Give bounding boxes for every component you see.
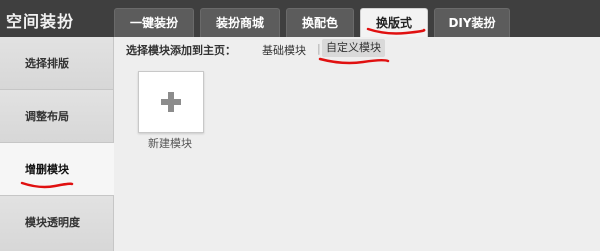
- breadcrumb-prefix: 选择模块添加到主页：: [126, 44, 236, 57]
- sidebar-item-add-remove-modules[interactable]: 增删模块: [0, 143, 114, 196]
- tab-change-color[interactable]: 换配色: [286, 8, 354, 37]
- basic-modules-link[interactable]: 基础模块: [262, 42, 306, 58]
- sidebar-item-select-layout[interactable]: 选择排版: [0, 37, 114, 90]
- tab-change-layout[interactable]: 换版式: [360, 8, 428, 37]
- plus-icon: [161, 92, 181, 112]
- main-content: 选择模块添加到主页： 基础模块 | 自定义模块 新建模块: [114, 37, 600, 251]
- top-bar: 空间装扮 一键装扮 装扮商城 换配色 换版式 DIY装扮: [0, 0, 600, 37]
- custom-modules-link[interactable]: 自定义模块: [322, 39, 385, 57]
- tab-diy-decorate[interactable]: DIY装扮: [434, 8, 510, 37]
- sidebar-item-adjust-layout[interactable]: 调整布局: [0, 90, 114, 143]
- sidebar: 选择排版 调整布局 增删模块 模块透明度: [0, 37, 114, 251]
- new-module-tile[interactable]: [138, 71, 204, 133]
- tab-decoration-mall[interactable]: 装扮商城: [200, 8, 280, 37]
- tab-one-click-decorate[interactable]: 一键装扮: [114, 8, 194, 37]
- sidebar-item-module-transparency[interactable]: 模块透明度: [0, 196, 114, 251]
- app-title: 空间装扮: [6, 12, 75, 31]
- new-module-caption: 新建模块: [148, 137, 192, 150]
- breadcrumb-separator: |: [317, 42, 321, 55]
